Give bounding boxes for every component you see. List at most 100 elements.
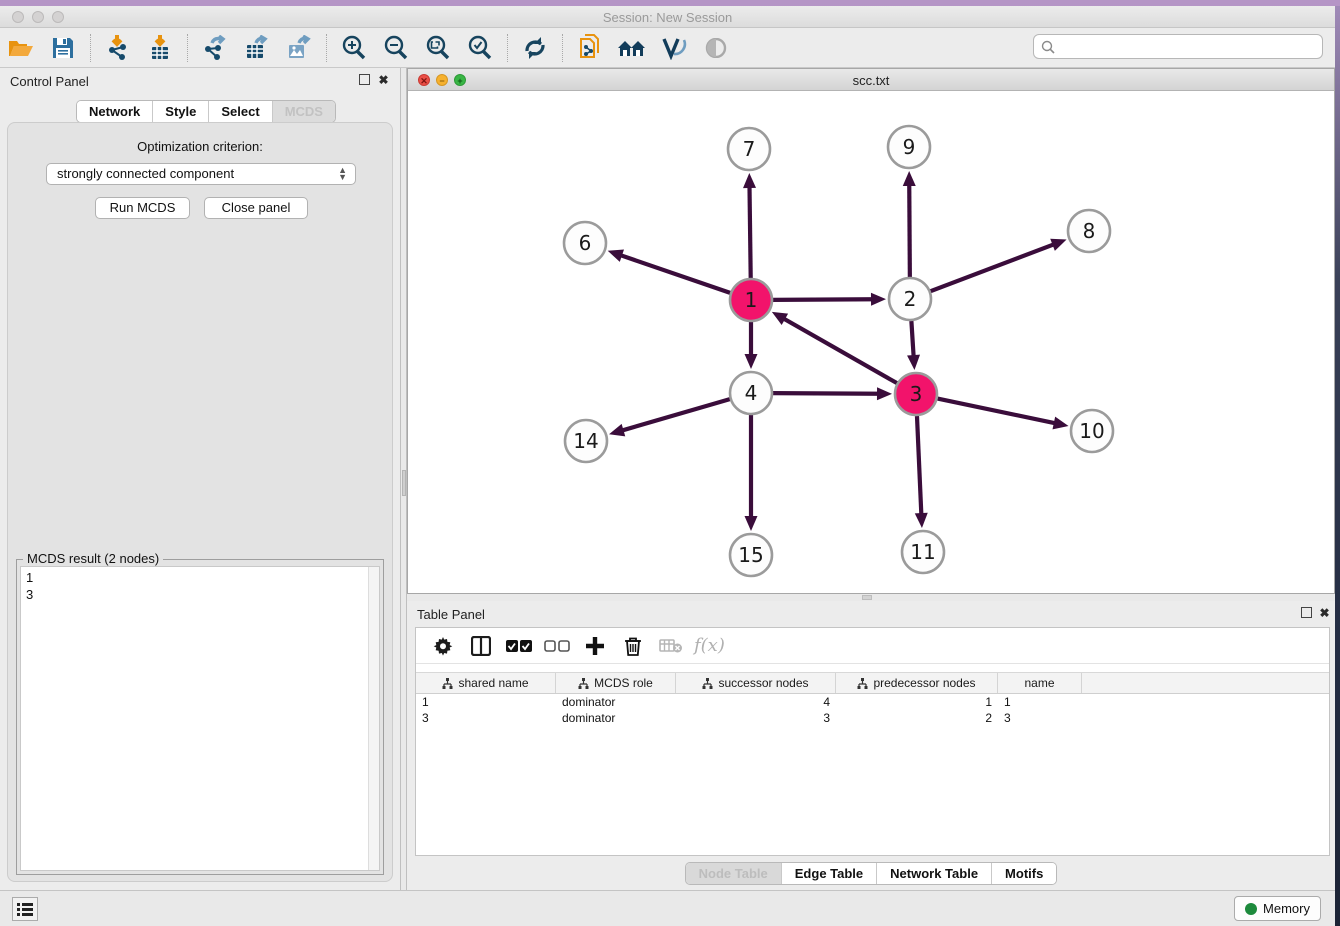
column-layout-icon[interactable] — [466, 633, 496, 659]
delete-table-icon[interactable] — [656, 633, 686, 659]
edge-2-3[interactable] — [911, 321, 913, 358]
unselect-all-columns-icon[interactable] — [542, 633, 572, 659]
edge-2-8[interactable] — [931, 244, 1056, 291]
table-settings-gear-icon[interactable] — [428, 633, 458, 659]
table-header-row[interactable]: shared name MCDS role successor nodesprede… — [416, 672, 1329, 694]
show-hide-panel-eye-icon[interactable] — [699, 33, 733, 63]
zoom-in-icon[interactable] — [337, 33, 371, 63]
mcds-result-textarea[interactable]: 1 3 — [20, 566, 380, 871]
window-title: Session: New Session — [0, 10, 1335, 25]
tab-style[interactable]: Style — [153, 101, 209, 122]
toolbar-search-field[interactable] — [1033, 34, 1323, 59]
vizmapper-icon[interactable] — [657, 33, 691, 63]
edge-3-11[interactable] — [917, 416, 921, 516]
import-table-icon[interactable] — [143, 33, 177, 63]
column-header-label: MCDS role — [594, 676, 653, 690]
cell-MCDS-role[interactable]: dominator — [556, 710, 676, 726]
mcds-result-text: 1 3 — [26, 569, 33, 603]
tab-network[interactable]: Network — [77, 101, 153, 122]
edge-4-3[interactable] — [773, 393, 880, 394]
cell-MCDS-role[interactable]: dominator — [556, 694, 676, 710]
task-history-button[interactable] — [12, 897, 38, 921]
tab-motifs[interactable]: Motifs — [992, 863, 1056, 884]
column-header-name[interactable]: name — [998, 673, 1082, 693]
edge-3-1[interactable] — [782, 318, 897, 383]
cell-shared-name[interactable]: 3 — [416, 710, 556, 726]
edge-3-10[interactable] — [938, 399, 1057, 424]
vertical-splitter[interactable] — [400, 68, 407, 890]
open-in-browser-icon[interactable] — [573, 33, 607, 63]
zoom-out-icon[interactable] — [379, 33, 413, 63]
network-window-titlebar[interactable]: ✕ − + scc.txt — [408, 69, 1334, 91]
delete-column-icon[interactable] — [618, 633, 648, 659]
add-column-icon[interactable] — [580, 633, 610, 659]
column-header-shared-name[interactable]: shared name — [416, 673, 556, 693]
table-row[interactable]: 3dominator323 — [416, 710, 1329, 726]
column-header-label: name — [1024, 676, 1054, 690]
zoom-selected-icon[interactable] — [463, 33, 497, 63]
close-panel-icon[interactable]: ✖ — [377, 74, 390, 87]
run-mcds-button[interactable]: Run MCDS — [95, 197, 190, 219]
cell-successor-nodes[interactable]: 4 — [676, 694, 836, 710]
cyndex-home-icon[interactable] — [615, 33, 649, 63]
cell-successor-nodes[interactable]: 3 — [676, 710, 836, 726]
arrowhead-icon — [745, 516, 758, 531]
export-table-icon[interactable] — [240, 33, 274, 63]
export-network-icon[interactable] — [198, 33, 232, 63]
table-row[interactable]: 1dominator411 — [416, 694, 1329, 710]
cell-predecessor-nodes[interactable]: 2 — [836, 710, 998, 726]
network-window-title: scc.txt — [408, 73, 1334, 88]
import-network-icon[interactable] — [101, 33, 135, 63]
float-table-panel-icon[interactable] — [1300, 607, 1313, 620]
arrowhead-icon — [915, 513, 928, 528]
function-builder-icon[interactable]: f(x) — [694, 635, 725, 656]
network-canvas[interactable]: 7968124314101511 — [408, 91, 1334, 593]
select-all-columns-icon[interactable] — [504, 633, 534, 659]
edge-1-2[interactable] — [773, 299, 874, 300]
close-panel-button[interactable]: Close panel — [204, 197, 308, 219]
node-label-14: 14 — [573, 429, 598, 453]
optimization-criterion-dropdown[interactable]: strongly connected component ▲▼ — [46, 163, 356, 185]
edge-1-7[interactable] — [749, 185, 750, 278]
cell-name[interactable]: 3 — [998, 710, 1082, 726]
node-label-4: 4 — [745, 381, 758, 405]
result-scrollbar[interactable] — [368, 567, 379, 870]
tab-select[interactable]: Select — [209, 101, 272, 122]
cell-shared-name[interactable]: 1 — [416, 694, 556, 710]
open-session-icon[interactable] — [4, 33, 38, 63]
vertical-splitter-handle[interactable] — [402, 470, 406, 496]
cell-name[interactable]: 1 — [998, 694, 1082, 710]
node-table-card: f(x) shared name MCDS role successor nodes… — [415, 627, 1330, 856]
column-header-MCDS-role[interactable]: MCDS role — [556, 673, 676, 693]
tab-edge-table[interactable]: Edge Table — [782, 863, 877, 884]
window-titlebar: Session: New Session — [0, 6, 1335, 28]
horizontal-splitter-handle[interactable] — [862, 595, 872, 600]
mcds-result-title: MCDS result (2 nodes) — [23, 551, 163, 566]
edge-1-6[interactable] — [619, 255, 730, 293]
tab-node-table[interactable]: Node Table — [686, 863, 782, 884]
cell-predecessor-nodes[interactable]: 1 — [836, 694, 998, 710]
save-session-icon[interactable] — [46, 33, 80, 63]
column-header-successor-nodes[interactable]: successor nodes — [676, 673, 836, 693]
table-panel: Table Panel ✖ — [407, 601, 1335, 890]
table-body[interactable]: 1dominator4113dominator323 — [416, 694, 1329, 726]
float-panel-icon[interactable] — [358, 74, 371, 87]
table-panel-header: Table Panel ✖ — [407, 601, 1335, 627]
horizontal-splitter[interactable] — [407, 594, 1335, 601]
edge-2-9[interactable] — [909, 183, 910, 277]
close-table-panel-icon[interactable]: ✖ — [1318, 607, 1331, 620]
apply-layout-icon[interactable] — [518, 33, 552, 63]
dropdown-value: strongly connected component — [57, 166, 234, 181]
arrowhead-icon — [608, 250, 624, 262]
arrowhead-icon — [877, 387, 892, 400]
memory-button[interactable]: Memory — [1234, 896, 1321, 921]
network-view-window: ✕ − + scc.txt 7968124314101511 — [407, 68, 1335, 594]
export-image-icon[interactable] — [282, 33, 316, 63]
table-toolbar: f(x) — [416, 628, 1329, 664]
zoom-fit-icon[interactable] — [421, 33, 455, 63]
column-header-predecessor-nodes[interactable]: predecessor nodes — [836, 673, 998, 693]
tab-mcds[interactable]: MCDS — [273, 101, 335, 122]
tab-network-table[interactable]: Network Table — [877, 863, 992, 884]
edge-4-14[interactable] — [621, 399, 730, 431]
search-input[interactable] — [1056, 37, 1322, 57]
